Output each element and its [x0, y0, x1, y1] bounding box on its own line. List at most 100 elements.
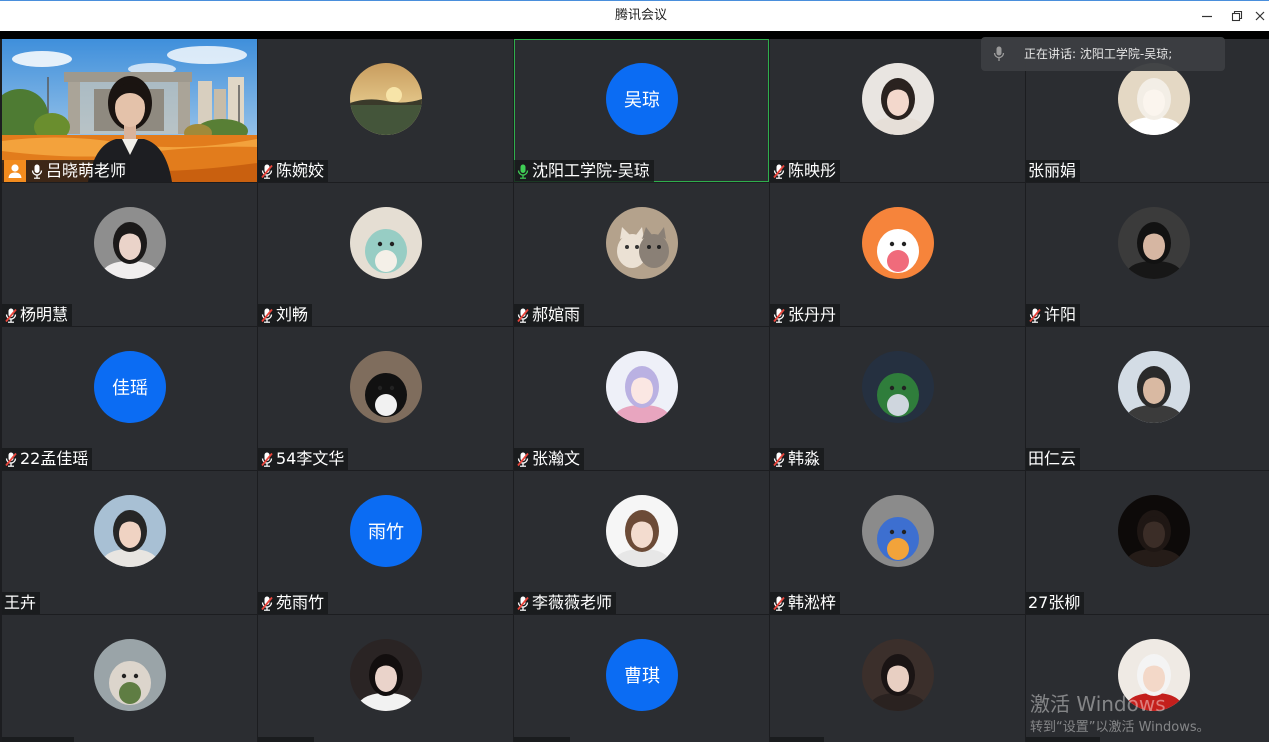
- minimize-button[interactable]: [1198, 7, 1216, 25]
- participant-tile[interactable]: 许阳: [1026, 183, 1269, 326]
- name-label: 沈阳工学院-吴琼: [514, 160, 654, 182]
- name-label: 张瀚文: [514, 448, 585, 470]
- participant-avatar: 吴琼: [606, 63, 678, 135]
- participant-name: 27张柳: [1028, 593, 1081, 612]
- participant-tile[interactable]: 刘畅: [258, 183, 513, 326]
- name-label: 22孟佳瑶: [2, 448, 93, 470]
- participant-avatar: [862, 207, 934, 279]
- participant-tile[interactable]: [2, 615, 257, 742]
- participant-name: 韩淞梓: [788, 593, 837, 612]
- name-label: 许阳: [1026, 304, 1081, 326]
- participant-tile[interactable]: 王卉: [2, 471, 257, 614]
- close-button[interactable]: [1251, 7, 1269, 25]
- participant-avatar: [1118, 207, 1190, 279]
- participant-tile[interactable]: 张瀚文: [514, 327, 769, 470]
- participant-name: 杨明慧: [20, 305, 69, 324]
- participant-tile[interactable]: 佳瑶 22孟佳瑶: [2, 327, 257, 470]
- participant-tile[interactable]: [258, 615, 513, 742]
- microphone-muted-icon[interactable]: [516, 592, 530, 614]
- name-label: 54李文华: [258, 448, 349, 470]
- name-label: 张丽娟: [1026, 160, 1081, 182]
- microphone-speaking-icon[interactable]: [516, 160, 530, 182]
- participant-name: 郝婠雨: [532, 305, 581, 324]
- microphone-muted-icon[interactable]: [772, 304, 786, 326]
- participant-tile[interactable]: 吕晓萌老师: [2, 39, 257, 182]
- name-label: 李薇薇老师: [514, 592, 617, 614]
- avatar-initials: 佳瑶: [112, 378, 148, 399]
- name-label: 王卉: [2, 592, 41, 614]
- name-label: 杨明慧: [2, 304, 73, 326]
- participant-avatar: [606, 495, 678, 567]
- participant-avatar: [862, 495, 934, 567]
- participant-tile[interactable]: 陈婉姣: [258, 39, 513, 182]
- window-title: 腾讯会议: [614, 8, 667, 23]
- participant-tile[interactable]: 韩淞梓: [770, 471, 1025, 614]
- participant-avatar: [606, 207, 678, 279]
- name-label: 陈映彤: [770, 160, 841, 182]
- participant-tile[interactable]: 曹琪: [514, 615, 769, 742]
- participant-name: 王卉: [4, 593, 37, 612]
- participant-avatar: [606, 351, 678, 423]
- participant-tile[interactable]: 54李文华: [258, 327, 513, 470]
- minimize-icon: [1201, 7, 1213, 26]
- participant-tile[interactable]: 张丹丹: [770, 183, 1025, 326]
- participant-tile[interactable]: 李薇薇老师: [514, 471, 769, 614]
- avatar-initials: 曹琪: [624, 666, 660, 687]
- microphone-muted-icon[interactable]: [772, 160, 786, 182]
- participant-tile[interactable]: 韩淼: [770, 327, 1025, 470]
- participant-name: 陈婉姣: [276, 161, 325, 180]
- name-label-cropped: [770, 737, 824, 742]
- video-grid: 吕晓萌老师 陈婉姣 吴琼 沈阳工学院-吴琼 陈映彤 张丽娟 杨明慧 刘畅 郝婠雨…: [0, 39, 1269, 742]
- participant-avatar: [1118, 63, 1190, 135]
- microphone-muted-icon[interactable]: [516, 304, 530, 326]
- participant-tile[interactable]: 27张柳: [1026, 471, 1269, 614]
- participant-tile[interactable]: 田仁云: [1026, 327, 1269, 470]
- microphone-muted-icon[interactable]: [516, 448, 530, 470]
- speaking-indicator-text: 正在讲话: 沈阳工学院-吴琼;: [1024, 47, 1173, 61]
- participant-name: 54李文华: [276, 449, 345, 468]
- microphone-muted-icon[interactable]: [260, 448, 274, 470]
- participant-avatar: [94, 207, 166, 279]
- name-label-cropped: [1026, 737, 1100, 742]
- participant-avatar: [350, 207, 422, 279]
- title-bar[interactable]: 腾讯会议: [0, 0, 1269, 31]
- participant-tile[interactable]: [770, 615, 1025, 742]
- name-label: 韩淼: [770, 448, 825, 470]
- participant-tile[interactable]: 郝婠雨: [514, 183, 769, 326]
- microphone-icon[interactable]: [30, 160, 44, 182]
- microphone-muted-icon[interactable]: [4, 304, 18, 326]
- restore-button[interactable]: [1228, 7, 1246, 25]
- participant-tile[interactable]: 吴琼沈阳工学院-吴琼: [514, 39, 769, 182]
- name-label-cropped: [514, 737, 570, 742]
- microphone-muted-icon[interactable]: [772, 592, 786, 614]
- participant-name: 张丽娟: [1028, 161, 1077, 180]
- name-label-cropped: [258, 737, 314, 742]
- participant-tile[interactable]: 雨竹 苑雨竹: [258, 471, 513, 614]
- microphone-muted-icon[interactable]: [1028, 304, 1042, 326]
- participant-avatar: [94, 639, 166, 711]
- microphone-muted-icon[interactable]: [260, 304, 274, 326]
- participant-avatar: [350, 63, 422, 135]
- name-label: 郝婠雨: [514, 304, 585, 326]
- activation-watermark-title: 激活 Windows: [1030, 692, 1166, 716]
- participant-tile[interactable]: 杨明慧: [2, 183, 257, 326]
- participant-name: 韩淼: [788, 449, 821, 468]
- participant-name: 张丹丹: [788, 305, 837, 324]
- participant-avatar: [862, 639, 934, 711]
- microphone-muted-icon[interactable]: [772, 448, 786, 470]
- microphone-muted-icon[interactable]: [260, 592, 274, 614]
- participant-avatar: [350, 351, 422, 423]
- participant-avatar: [1118, 351, 1190, 423]
- participant-name: 吕晓萌老师: [46, 161, 127, 180]
- name-label-cropped: [2, 737, 74, 742]
- close-icon: [1254, 7, 1266, 26]
- participant-name: 苑雨竹: [276, 593, 325, 612]
- participant-avatar: 佳瑶: [94, 351, 166, 423]
- speaking-indicator: 正在讲话: 沈阳工学院-吴琼;: [981, 37, 1225, 71]
- participant-name: 刘畅: [276, 305, 309, 324]
- name-label: 刘畅: [258, 304, 313, 326]
- participant-avatar: 曹琪: [606, 639, 678, 711]
- microphone-icon: [993, 46, 1005, 62]
- microphone-muted-icon[interactable]: [260, 160, 274, 182]
- microphone-muted-icon[interactable]: [4, 448, 18, 470]
